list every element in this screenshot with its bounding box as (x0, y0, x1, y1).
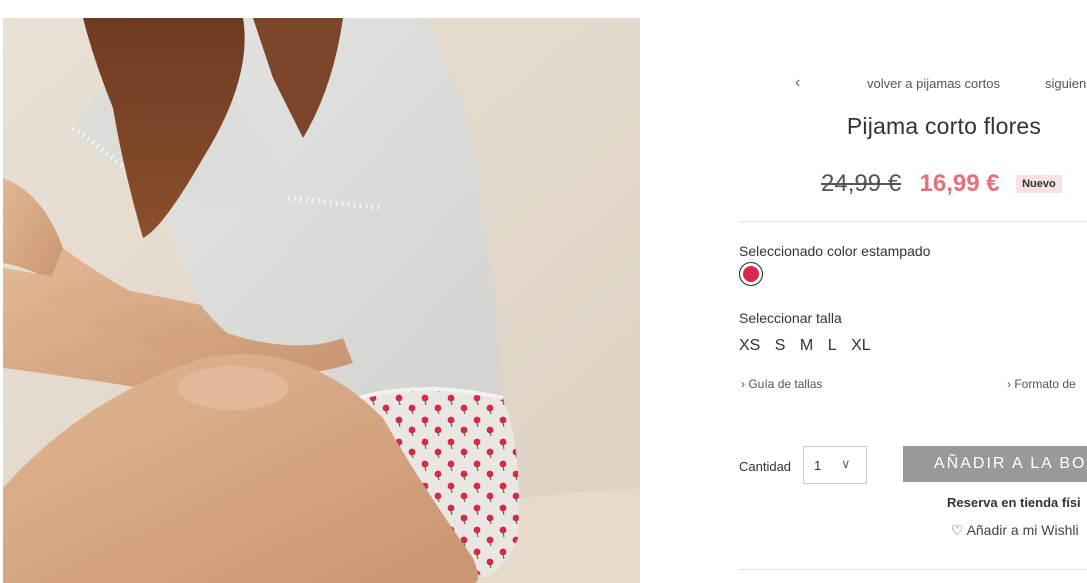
size-option-xl[interactable]: XL (851, 337, 871, 354)
size-option-xs[interactable]: XS (739, 337, 760, 354)
chevron-right-icon: › (741, 377, 745, 391)
product-title: Pijama corto flores (846, 113, 1042, 139)
chevron-right-icon: › (1007, 377, 1011, 391)
size-option-s[interactable]: S (775, 337, 786, 354)
add-to-bag-button[interactable]: AÑADIR A LA BOL (903, 446, 1087, 482)
next-product-link[interactable]: siguien (1045, 76, 1086, 91)
size-option-l[interactable]: L (828, 337, 837, 354)
quantity-select[interactable]: 1 ∨ (803, 446, 867, 484)
chevron-down-icon: ∨ (841, 456, 851, 471)
size-guide-link[interactable]: › Guía de tallas (741, 377, 822, 391)
color-swatch-estampado[interactable] (739, 262, 763, 286)
back-to-category-link[interactable]: volver a pijamas cortos (867, 76, 1000, 91)
add-to-wishlist-link[interactable]: ♡ Añadir a mi Wishli (951, 522, 1079, 539)
size-label: Seleccionar talla (739, 310, 842, 326)
size-guide-label: Guía de tallas (748, 377, 823, 391)
format-label: Formato de (1014, 377, 1076, 391)
swatch-fill (743, 266, 759, 282)
quantity-label: Cantidad (739, 459, 792, 474)
price-row: 24,99 € 16,99 € Nuevo (821, 170, 1062, 202)
product-image[interactable] (3, 18, 640, 583)
sale-price: 16,99 € (919, 170, 1000, 197)
format-link[interactable]: › Formato de (1007, 377, 1076, 391)
quantity-value: 1 (814, 458, 822, 473)
heart-icon: ♡ (951, 522, 964, 538)
size-selector: XS S M L XL (739, 337, 881, 355)
chevron-left-icon[interactable]: ‹ (795, 74, 800, 92)
size-option-m[interactable]: M (800, 337, 813, 354)
reserve-in-store-link[interactable]: Reserva en tienda físi (947, 495, 1081, 510)
color-label: Seleccionado color estampado (739, 243, 931, 259)
wishlist-label: Añadir a mi Wishli (966, 522, 1079, 538)
divider (739, 221, 1087, 222)
old-price: 24,99 € (821, 170, 902, 197)
product-detail-panel: ‹ volver a pijamas cortos siguien Pijama… (739, 0, 1087, 583)
product-navigation: ‹ volver a pijamas cortos siguien (739, 74, 1087, 92)
divider (739, 569, 1087, 570)
new-badge: Nuevo (1016, 175, 1062, 193)
